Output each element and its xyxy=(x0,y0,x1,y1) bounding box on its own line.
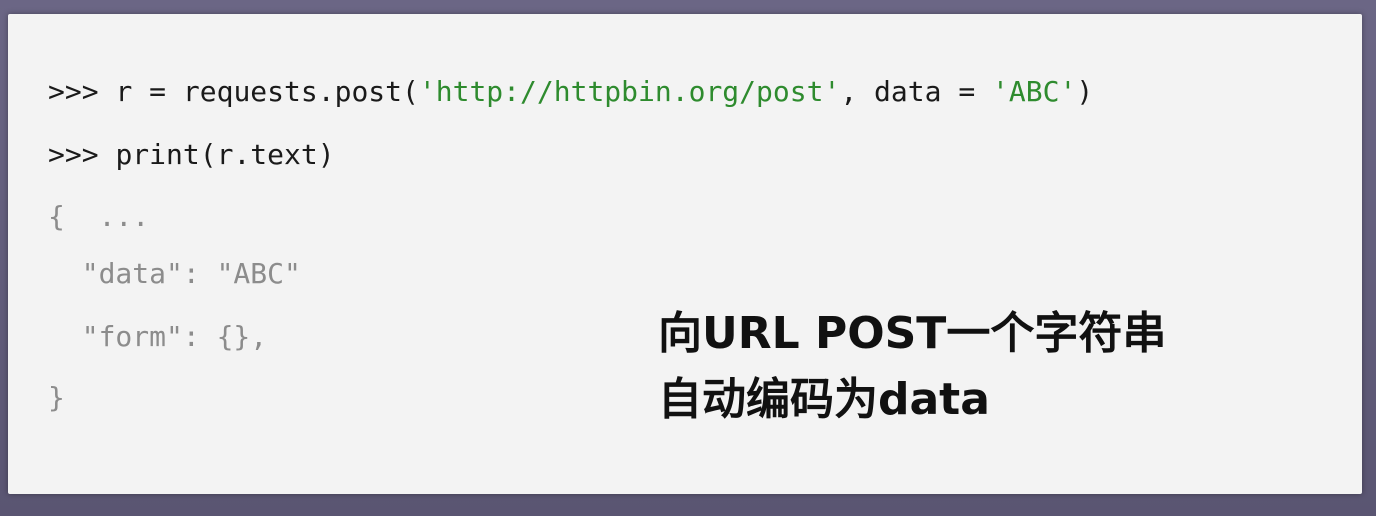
caption-line-2: 自动编码为data xyxy=(658,374,990,425)
code-print-call: print(r.text) xyxy=(115,138,335,171)
caption-line-1: 向URL POST一个字符串 xyxy=(658,308,1167,359)
output-form-field: "form": {}, xyxy=(48,320,268,353)
code-url-string: 'http://httpbin.org/post' xyxy=(418,75,841,108)
code-line-post-request: >>> r = requests.post('http://httpbin.or… xyxy=(48,75,1093,109)
output-data-field: "data": "ABC" xyxy=(48,257,301,290)
output-open-brace: { ... xyxy=(48,200,150,233)
code-data-arg: , data = xyxy=(840,75,993,108)
code-assignment: r = requests.post( xyxy=(115,75,419,108)
output-close-brace: } xyxy=(48,381,65,414)
repl-prompt: >>> xyxy=(48,138,116,171)
repl-prompt: >>> xyxy=(48,75,116,108)
code-line-print: >>> print(r.text) xyxy=(48,138,335,172)
code-slide-card: >>> r = requests.post('http://httpbin.or… xyxy=(8,14,1362,494)
code-close-paren: ) xyxy=(1076,75,1094,108)
code-data-string: 'ABC' xyxy=(992,75,1077,108)
